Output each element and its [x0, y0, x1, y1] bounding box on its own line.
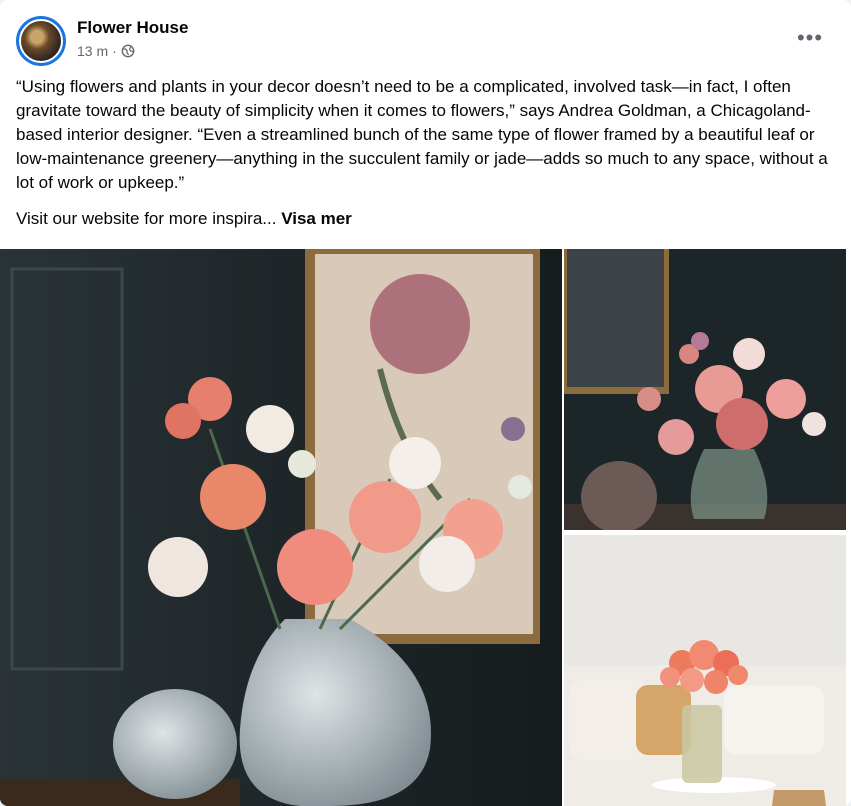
see-more-link[interactable]: Visa mer	[281, 209, 352, 228]
more-options-button[interactable]: •••	[793, 24, 827, 52]
page-avatar[interactable]	[16, 16, 66, 66]
globe-icon[interactable]	[121, 44, 135, 58]
meta-separator: ·	[112, 43, 117, 59]
post-text: “Using flowers and plants in your decor …	[16, 75, 836, 243]
photo-top-right[interactable]	[564, 249, 846, 530]
avatar-image	[19, 19, 63, 63]
post-teaser-line: Visit our website for more inspira... Vi…	[16, 207, 836, 231]
page-name-link[interactable]: Flower House	[77, 18, 188, 38]
main-photo[interactable]	[0, 249, 562, 806]
post-timestamp[interactable]: 13 m	[77, 43, 108, 59]
post-teaser: Visit our website for more inspira...	[16, 209, 277, 228]
post-card: Flower House 13 m · ••• “Using flowers a…	[0, 0, 851, 806]
post-meta: 13 m ·	[77, 43, 135, 59]
post-body: “Using flowers and plants in your decor …	[16, 77, 828, 192]
photo-bottom-right[interactable]	[564, 535, 846, 806]
